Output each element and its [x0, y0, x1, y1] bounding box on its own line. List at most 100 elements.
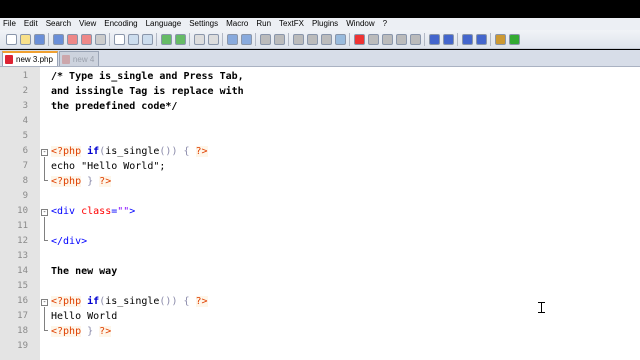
stop-icon[interactable]	[367, 33, 379, 45]
code-line[interactable]: 13	[0, 249, 640, 264]
menu-language[interactable]: Language	[142, 18, 186, 30]
record-icon[interactable]	[353, 33, 365, 45]
code-line[interactable]: 5	[0, 129, 640, 144]
unfold-all-icon[interactable]	[442, 33, 454, 45]
toolbar-separator	[457, 32, 458, 46]
menu-macro[interactable]: Macro	[222, 18, 252, 30]
tab-bar: new 3.php new 4	[0, 50, 640, 67]
code-token: if	[87, 296, 100, 307]
code-line[interactable]: 4	[0, 114, 640, 129]
fold-end	[44, 240, 48, 241]
save-icon[interactable]	[33, 33, 45, 45]
menu-search[interactable]: Search	[42, 18, 75, 30]
run-icon[interactable]	[494, 33, 506, 45]
text-cursor-icon	[538, 302, 545, 313]
menu-bar: File Edit Search View Encoding Language Settin…	[0, 18, 640, 30]
line-number: 17	[17, 311, 28, 321]
indent-guide-icon[interactable]	[320, 33, 332, 45]
code-line[interactable]: 11	[0, 219, 640, 234]
menu-plugins[interactable]: Plugins	[308, 18, 342, 30]
fold-all-icon[interactable]	[428, 33, 440, 45]
fold-end	[44, 180, 48, 181]
menu-view[interactable]: View	[75, 18, 100, 30]
code-token: and issingle Tag is replace with	[51, 86, 244, 97]
menu-run[interactable]: Run	[252, 18, 275, 30]
line-number: 1	[22, 71, 28, 81]
show-all-icon[interactable]	[306, 33, 318, 45]
zoom-out-icon[interactable]	[240, 33, 252, 45]
code-line[interactable]: 3 the predefined code*/	[0, 99, 640, 114]
sync-h-icon[interactable]	[273, 33, 285, 45]
save-macro-icon[interactable]	[409, 33, 421, 45]
code-line[interactable]: 10 <div class="">	[0, 204, 640, 219]
code-token: ?>	[195, 296, 208, 307]
code-token: ?>	[195, 146, 208, 157]
find-icon[interactable]	[193, 33, 205, 45]
play-multiple-icon[interactable]	[395, 33, 407, 45]
wrap-icon[interactable]	[292, 33, 304, 45]
tab-label: new 3.php	[16, 55, 53, 64]
toolbar-separator	[288, 32, 289, 46]
code-line[interactable]: 12 </div>	[0, 234, 640, 249]
menu-window[interactable]: Window	[342, 18, 378, 30]
check-icon[interactable]	[508, 33, 520, 45]
code-line[interactable]: 6 <?php if(is_single()) { ?>	[0, 144, 640, 159]
code-line[interactable]: 15	[0, 279, 640, 294]
tab-new-3-php[interactable]: new 3.php	[2, 51, 58, 66]
code-line[interactable]: 8 <?php } ?>	[0, 174, 640, 189]
tab-new-4[interactable]: new 4	[58, 51, 100, 66]
tab-label: new 4	[72, 54, 95, 64]
code-line[interactable]: 1 /* Type is_single and Press Tab,	[0, 69, 640, 84]
undo-icon[interactable]	[160, 33, 172, 45]
menu-textfx[interactable]: TextFX	[275, 18, 308, 30]
menu-settings[interactable]: Settings	[185, 18, 222, 30]
menu-edit[interactable]: Edit	[20, 18, 42, 30]
code-line[interactable]: 19	[0, 339, 640, 354]
open-file-icon[interactable]	[19, 33, 31, 45]
next-icon[interactable]	[475, 33, 487, 45]
code-line[interactable]: 7 echo "Hello World";	[0, 159, 640, 174]
code-line[interactable]: 14 The new way	[0, 264, 640, 279]
code-token: >	[129, 206, 136, 217]
fold-toggle-icon[interactable]: -	[41, 299, 48, 306]
toolbar	[0, 30, 640, 49]
code-token: is_single	[105, 296, 160, 307]
doc-map-icon[interactable]	[334, 33, 346, 45]
code-token: <?php	[51, 296, 82, 307]
new-file-icon[interactable]	[5, 33, 17, 45]
code-line[interactable]: 2 and issingle Tag is replace with	[0, 84, 640, 99]
line-number: 7	[22, 161, 28, 171]
fold-line	[44, 217, 45, 240]
line-number: 4	[22, 116, 28, 126]
prev-icon[interactable]	[461, 33, 473, 45]
replace-icon[interactable]	[207, 33, 219, 45]
screen-top-border	[0, 0, 640, 18]
save-all-icon[interactable]	[52, 33, 64, 45]
code-token: Hello World	[51, 311, 118, 322]
menu-file[interactable]: File	[0, 18, 20, 30]
paste-icon[interactable]	[141, 33, 153, 45]
menu-help[interactable]: ?	[379, 18, 391, 30]
code-line[interactable]: 18 <?php } ?>	[0, 324, 640, 339]
menu-encoding[interactable]: Encoding	[100, 18, 141, 30]
code-token: <?php	[51, 146, 82, 157]
cut-icon[interactable]	[113, 33, 125, 45]
fold-toggle-icon[interactable]: -	[41, 149, 48, 156]
line-number: 3	[22, 101, 28, 111]
print-icon[interactable]	[94, 33, 106, 45]
play-icon[interactable]	[381, 33, 393, 45]
redo-icon[interactable]	[174, 33, 186, 45]
close-icon[interactable]	[66, 33, 78, 45]
code-text: /* Type is_single and Press Tab,	[51, 69, 244, 84]
code-token: class	[81, 206, 112, 217]
sync-v-icon[interactable]	[259, 33, 271, 45]
toolbar-separator	[424, 32, 425, 46]
close-all-icon[interactable]	[80, 33, 92, 45]
file-modified-icon	[5, 55, 13, 64]
copy-icon[interactable]	[127, 33, 139, 45]
fold-toggle-icon[interactable]: -	[41, 209, 48, 216]
code-line[interactable]: 9	[0, 189, 640, 204]
code-token: The new way	[51, 266, 118, 277]
zoom-in-icon[interactable]	[226, 33, 238, 45]
code-editor[interactable]: 1 /* Type is_single and Press Tab, 2 and is…	[0, 67, 640, 360]
